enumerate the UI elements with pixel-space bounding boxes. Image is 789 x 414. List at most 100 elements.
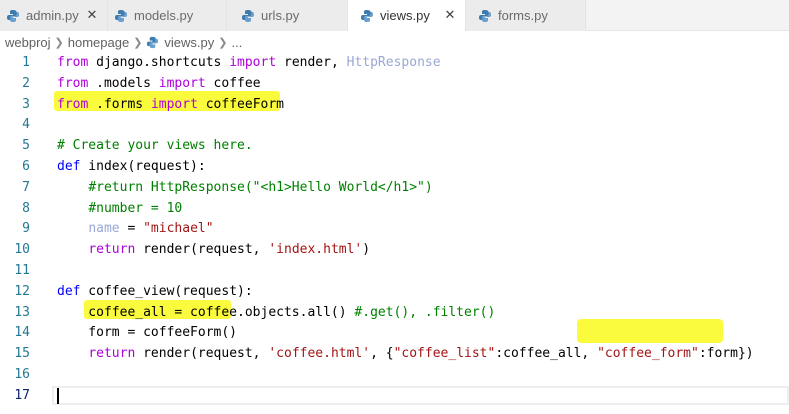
code-token: import [150,96,198,112]
code-token: return [88,242,136,258]
chevron-right-icon: ❯ [54,36,64,49]
code-token: def [57,283,81,299]
code-text: from .forms import coffeeForm [57,95,284,114]
code-text: form = coffeeForm() [57,323,237,342]
code-text: from django.shortcuts import render, Htt… [57,53,441,72]
code-token: :coffee_all, [495,346,598,362]
code-text: def index(request): [57,157,206,176]
code-token: "michael" [143,221,214,237]
code-token: ) [362,242,371,258]
code-token: return [88,346,136,362]
code-token: import [229,55,277,70]
tab-admin-py[interactable]: admin.py ✕ [0,0,108,31]
code-token: #return HttpResponse("<h1>Hello World</h… [88,179,433,195]
code-token: from [57,75,89,91]
code-line[interactable]: 15 return render(request, 'coffee.html',… [0,344,789,363]
code-text: name = "michael" [57,219,214,238]
python-icon [360,9,374,23]
code-line[interactable]: 3 from .forms import coffeeForm [0,95,789,114]
code-editor[interactable]: 1 from django.shortcuts import render, Ht… [0,53,789,414]
code-token: #.get(), .filter() [354,304,496,320]
code-line[interactable]: 14 form = coffeeForm() [0,323,789,342]
code-line[interactable]: 8 #number = 10 [0,199,789,218]
code-line[interactable]: 6 def index(request): [0,157,789,176]
line-number: 8 [22,200,30,216]
line-number: 2 [22,75,30,91]
code-token: 'coffee.html' [268,346,371,362]
code-token: import [158,75,206,91]
code-line[interactable]: 5 # Create your views here. [0,136,789,155]
breadcrumb-file[interactable]: views.py [164,35,214,50]
line-number: 1 [22,55,30,70]
code-token: "coffee_list" [393,346,496,362]
code-line[interactable]: 7 #return HttpResponse("<h1>Hello World<… [0,178,789,197]
breadcrumb-folder[interactable]: homepage [68,35,129,50]
code-token: form = coffeeForm() [57,325,238,341]
line-number: 3 [22,96,30,112]
code-line[interactable]: 10 return render(request, 'index.html') [0,240,789,259]
code-text: return render(request, 'index.html') [57,240,370,259]
code-token: coffee_view(request): [80,283,253,299]
chevron-right-icon: ❯ [218,36,228,49]
code-token: #number = 10 [88,200,183,216]
tab-label: admin.py [26,8,79,23]
breadcrumb-project[interactable]: webproj [5,35,51,50]
python-icon [241,9,255,23]
line-number: 5 [22,138,30,154]
code-line[interactable]: 4 [0,115,789,134]
breadcrumb: webproj ❯ homepage ❯ views.py ❯ ... [0,31,789,53]
breadcrumb-more[interactable]: ... [232,35,243,50]
code-token: 'index.html' [268,242,363,258]
code-text: # Create your views here. [57,136,253,155]
line-number: 12 [14,283,30,299]
tab-views-py[interactable]: views.py ✕ [348,0,466,31]
python-icon [146,36,159,49]
code-text: def coffee_view(request): [57,282,253,301]
tab-forms-py[interactable]: forms.py [466,0,586,31]
code-token: coffee [205,75,261,91]
code-token: coffee_all = coffee.objects.all() [57,304,355,320]
code-token: # Create your views here. [57,138,253,154]
code-line[interactable]: 11 [0,261,789,280]
line-number: 9 [22,221,30,237]
code-token: HttpResponse [346,55,441,70]
line-number: 17 [14,387,30,403]
tab-urls-py[interactable]: urls.py [227,0,348,31]
code-line[interactable]: 12 def coffee_view(request): [0,282,789,301]
python-icon [114,9,128,23]
code-token: index(request): [80,159,206,174]
code-text: #return HttpResponse("<h1>Hello World</h… [57,178,433,197]
chevron-right-icon: ❯ [133,36,143,49]
code-line[interactable]: 17 [0,385,789,405]
code-token: def [57,159,81,174]
line-number: 7 [22,179,30,195]
tab-label: urls.py [261,8,300,23]
code-line[interactable]: 9 name = "michael" [0,219,789,238]
text-cursor [57,387,59,404]
code-token: .forms [88,96,151,112]
code-token: .models [88,75,159,91]
editor-tab-bar: admin.py ✕ models.py urls.py views.py ✕ … [0,0,789,31]
code-token: render, [276,55,347,70]
code-line[interactable]: 1 from django.shortcuts import render, Ht… [0,53,789,72]
code-token: name [88,221,120,237]
close-icon[interactable]: ✕ [85,7,99,22]
code-token: from [57,96,89,112]
tab-label: models.py [134,8,194,23]
code-line[interactable]: 16 [0,365,789,384]
code-text: return render(request, 'coffee.html', {"… [57,344,753,363]
code-text: coffee_all = coffee.objects.all() #.get(… [57,303,495,322]
close-icon[interactable]: ✕ [443,7,457,22]
line-number: 6 [22,159,30,174]
python-icon [478,9,492,23]
line-number: 11 [14,263,30,278]
code-line[interactable]: 2 from .models import coffee [0,74,789,93]
tab-models-py[interactable]: models.py [108,0,227,31]
code-token: render(request, [135,346,269,362]
tab-label: forms.py [498,8,548,23]
code-line[interactable]: 13 coffee_all = coffee.objects.all() #.g… [0,303,789,322]
